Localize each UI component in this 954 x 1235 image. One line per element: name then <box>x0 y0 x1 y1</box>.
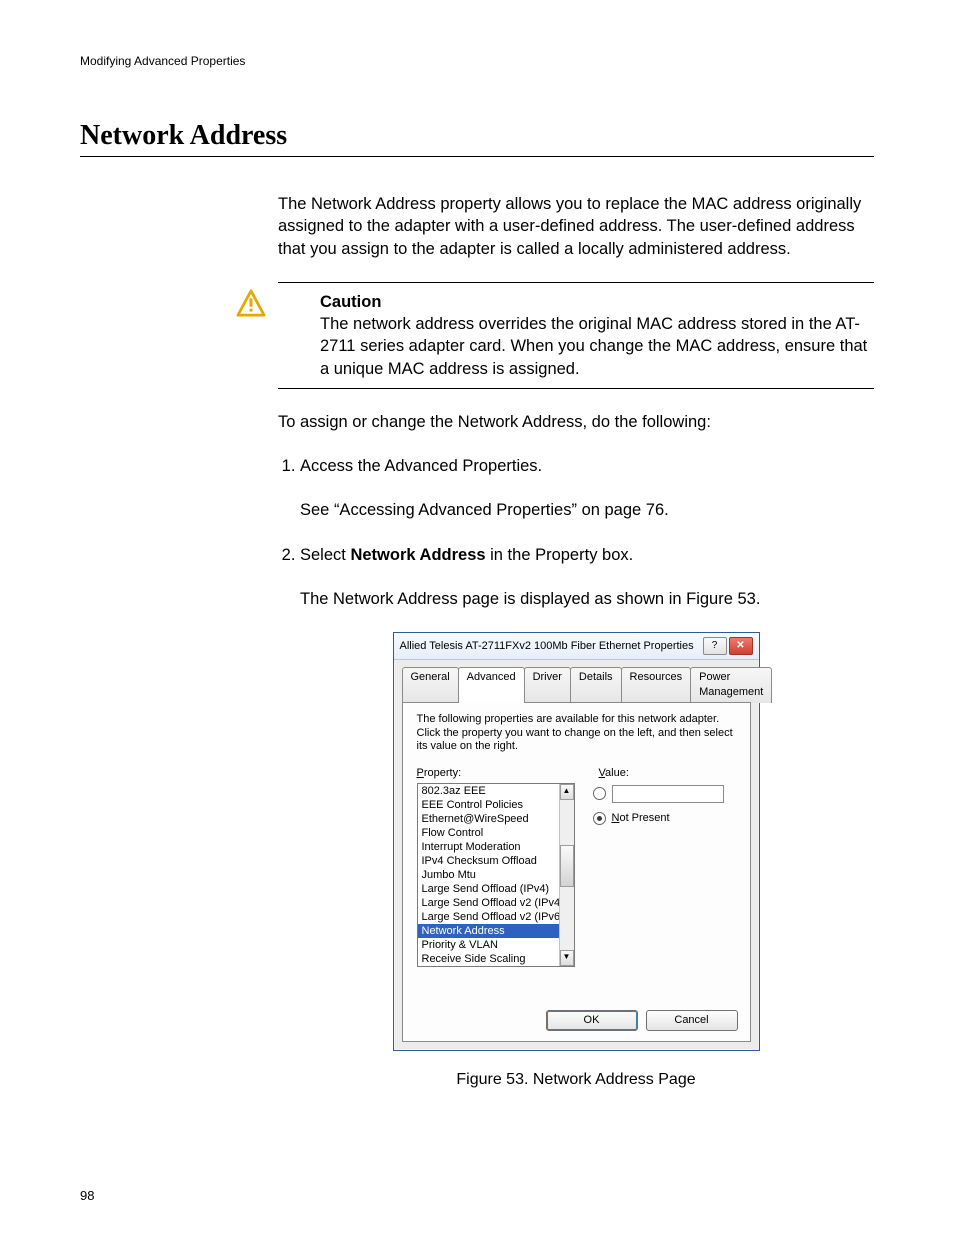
step-2-sub: The Network Address page is displayed as… <box>300 588 874 610</box>
tab-general[interactable]: General <box>402 667 459 703</box>
value-input[interactable] <box>612 785 724 803</box>
list-item[interactable]: Receive Side Scaling <box>418 952 560 966</box>
caution-text: The network address overrides the origin… <box>320 315 867 378</box>
tab-strip: General Advanced Driver Details Resource… <box>402 666 751 702</box>
property-listbox[interactable]: 802.3az EEEEEE Control PoliciesEthernet@… <box>417 783 575 967</box>
intro-paragraph: The Network Address property allows you … <box>278 193 874 260</box>
caution-box: Caution The network address overrides th… <box>278 282 874 389</box>
ok-button[interactable]: OK <box>546 1010 638 1031</box>
listbox-scrollbar[interactable]: ▲ ▼ <box>559 784 574 966</box>
cancel-button[interactable]: Cancel <box>646 1010 738 1031</box>
list-item[interactable]: Network Address <box>418 924 560 938</box>
list-item[interactable]: Jumbo Mtu <box>418 868 560 882</box>
list-item[interactable]: Flow Control <box>418 826 560 840</box>
scroll-thumb[interactable] <box>560 845 574 887</box>
tab-advanced[interactable]: Advanced <box>458 667 525 703</box>
not-present-label: Not Present <box>612 811 670 826</box>
running-header: Modifying Advanced Properties <box>80 54 874 68</box>
tab-details[interactable]: Details <box>570 667 622 703</box>
list-item[interactable]: 802.3az EEE <box>418 784 560 798</box>
warning-icon <box>236 289 266 323</box>
section-title: Network Address <box>80 120 874 157</box>
list-item[interactable]: Ethernet@WireSpeed <box>418 812 560 826</box>
close-button[interactable]: ✕ <box>729 637 753 655</box>
page-number: 98 <box>80 1188 94 1203</box>
figure-caption: Figure 53. Network Address Page <box>278 1069 874 1091</box>
tab-driver[interactable]: Driver <box>524 667 571 703</box>
step-2: Select Network Address in the Property b… <box>300 544 874 611</box>
step-1: Access the Advanced Properties. See “Acc… <box>300 455 874 522</box>
panel-description: The following properties are available f… <box>417 713 736 754</box>
list-item[interactable]: Large Send Offload v2 (IPv4) <box>418 896 560 910</box>
value-radio[interactable] <box>593 787 606 800</box>
property-label: Property: <box>417 766 597 781</box>
not-present-radio[interactable] <box>593 812 606 825</box>
step-1-sub: See “Accessing Advanced Properties” on p… <box>300 499 874 521</box>
scroll-down-button[interactable]: ▼ <box>560 950 574 966</box>
help-button[interactable]: ? <box>703 637 727 655</box>
list-item[interactable]: EEE Control Policies <box>418 798 560 812</box>
list-item[interactable]: Large Send Offload v2 (IPv6) <box>418 910 560 924</box>
list-item[interactable]: Interrupt Moderation <box>418 840 560 854</box>
list-item[interactable]: IPv4 Checksum Offload <box>418 854 560 868</box>
value-label: Value: <box>599 766 629 781</box>
procedure-lead: To assign or change the Network Address,… <box>278 411 874 433</box>
dialog-titlebar: Allied Telesis AT-2711FXv2 100Mb Fiber E… <box>394 633 759 660</box>
tab-resources[interactable]: Resources <box>621 667 692 703</box>
tab-panel-advanced: The following properties are available f… <box>402 702 751 1042</box>
caution-label: Caution <box>320 293 381 311</box>
dialog-title: Allied Telesis AT-2711FXv2 100Mb Fiber E… <box>400 639 701 654</box>
list-item[interactable]: Large Send Offload (IPv4) <box>418 882 560 896</box>
list-item[interactable]: Priority & VLAN <box>418 938 560 952</box>
scroll-up-button[interactable]: ▲ <box>560 784 574 800</box>
properties-dialog: Allied Telesis AT-2711FXv2 100Mb Fiber E… <box>393 632 760 1051</box>
tab-power-management[interactable]: Power Management <box>690 667 772 703</box>
